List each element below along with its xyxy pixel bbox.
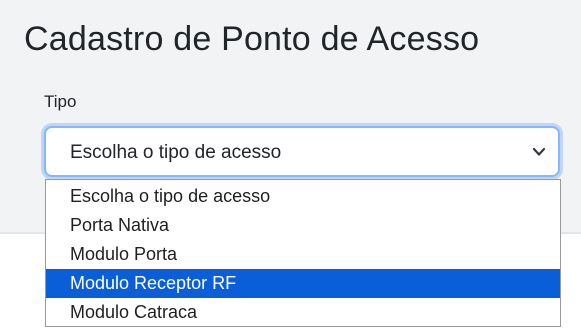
chevron-down-icon (532, 147, 546, 156)
option-modulo-catraca[interactable]: Modulo Catraca (46, 298, 560, 327)
page: Cadastro de Ponto de Acesso Tipo Escolha… (0, 0, 581, 333)
tipo-label: Tipo (44, 92, 77, 111)
option-modulo-porta[interactable]: Modulo Porta (46, 240, 560, 269)
tipo-select-value: Escolha o tipo de acesso (70, 142, 282, 163)
option-porta-nativa[interactable]: Porta Nativa (46, 211, 560, 240)
option-modulo-receptor-rf[interactable]: Modulo Receptor RF (46, 269, 560, 298)
page-title: Cadastro de Ponto de Acesso (24, 20, 480, 58)
tipo-select[interactable]: Escolha o tipo de acesso (44, 126, 560, 177)
tipo-options-list: Escolha o tipo de acesso Porta Nativa Mo… (45, 179, 561, 327)
option-escolha[interactable]: Escolha o tipo de acesso (46, 182, 560, 211)
